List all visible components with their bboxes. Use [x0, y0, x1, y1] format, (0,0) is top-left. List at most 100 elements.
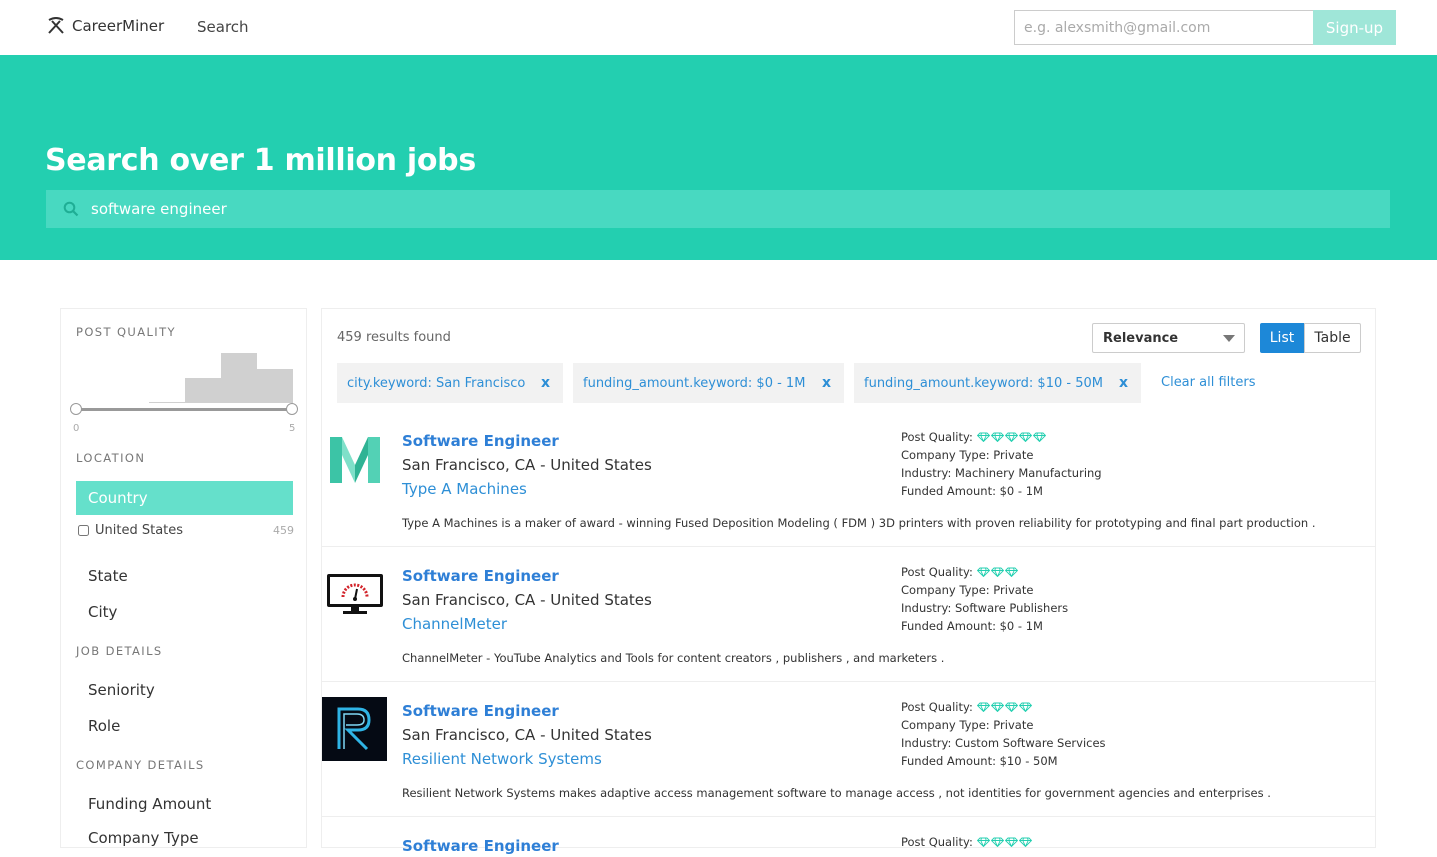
nav-search-link[interactable]: Search: [197, 18, 249, 36]
funded-amount: Funded Amount: $0 - 1M: [901, 619, 1043, 633]
slider-max-label: 5: [289, 423, 296, 434]
top-nav: CareerMiner Search Sign-up: [0, 0, 1437, 56]
histogram-bar: [221, 353, 257, 403]
diamond-icon: [976, 567, 990, 577]
country-option-count: 459: [273, 524, 294, 537]
industry: Industry: Software Publishers: [901, 601, 1069, 615]
channelmeter-logo: [327, 574, 383, 614]
diamond-icon: [1004, 702, 1018, 712]
clear-all-filters-link[interactable]: Clear all filters: [1161, 375, 1255, 390]
hero-title: Search over 1 million jobs: [45, 143, 476, 178]
company-description: Type A Machines is a maker of award - wi…: [402, 516, 1316, 530]
diamond-icon: [1018, 837, 1032, 847]
filter-chip-label: funding_amount.keyword: $0 - 1M: [583, 375, 806, 391]
job-meta: Post Quality: Company Type: Private Indu…: [901, 698, 1106, 770]
sort-select[interactable]: Relevance: [1092, 323, 1245, 353]
job-meta: Post Quality: Company Type: Private Indu…: [901, 563, 1068, 635]
caret-down-icon: [1223, 335, 1235, 342]
histogram-bar: [257, 369, 293, 403]
united-states-checkbox[interactable]: [78, 525, 89, 536]
post-quality-gems: [976, 432, 1046, 442]
post-quality-slider-track[interactable]: [76, 408, 293, 411]
seniority-filter-toggle[interactable]: Seniority: [88, 681, 155, 699]
company-details-heading: COMPANY DETAILS: [76, 758, 205, 772]
post-quality-row: Post Quality:: [901, 428, 1102, 446]
diamond-icon: [976, 837, 990, 847]
post-quality-gems: [976, 702, 1032, 712]
funding-amount-filter-toggle[interactable]: Funding Amount: [88, 795, 211, 813]
company-name-link[interactable]: Resilient Network Systems: [402, 750, 602, 768]
results-count: 459 results found: [337, 330, 451, 345]
filter-chip-funding-small: funding_amount.keyword: $0 - 1M x: [573, 363, 844, 403]
job-meta: Post Quality: Company Type: Private Indu…: [901, 428, 1102, 500]
job-title-link[interactable]: Software Engineer: [402, 567, 559, 585]
job-card: Software Engineer San Francisco, CA - Un…: [322, 565, 1375, 682]
remove-filter-button[interactable]: x: [822, 375, 831, 391]
state-filter-toggle[interactable]: State: [88, 567, 128, 585]
remove-filter-button[interactable]: x: [1119, 375, 1128, 391]
slider-min-label: 0: [73, 423, 80, 434]
diamond-icon: [990, 432, 1004, 442]
job-meta: Post Quality:: [901, 833, 1032, 851]
industry: Industry: Machinery Manufacturing: [901, 466, 1102, 480]
filter-chip-label: funding_amount.keyword: $10 - 50M: [864, 375, 1103, 391]
post-quality-row: Post Quality:: [901, 563, 1068, 581]
sort-select-value: Relevance: [1103, 330, 1179, 346]
company-type: Company Type: Private: [901, 583, 1034, 597]
company-type: Company Type: Private: [901, 718, 1034, 732]
company-type-filter-toggle[interactable]: Company Type: [88, 829, 199, 847]
job-search-input[interactable]: software engineer: [46, 190, 1390, 228]
view-list-button[interactable]: List: [1260, 323, 1304, 353]
post-quality-row: Post Quality:: [901, 833, 1032, 851]
post-quality-heading: POST QUALITY: [76, 325, 176, 339]
job-details-heading: JOB DETAILS: [76, 644, 163, 658]
post-quality-label: Post Quality:: [901, 430, 973, 444]
search-query: software engineer: [91, 200, 227, 218]
job-location: San Francisco, CA - United States: [402, 456, 652, 474]
country-filter-toggle[interactable]: Country: [76, 481, 293, 515]
slider-max-handle[interactable]: [286, 403, 298, 415]
job-card: Software Engineer San Francisco, CA - Un…: [322, 430, 1375, 547]
company-name-link[interactable]: ChannelMeter: [402, 615, 507, 633]
post-quality-row: Post Quality:: [901, 698, 1106, 716]
histogram-bar: [149, 402, 185, 403]
job-location: San Francisco, CA - United States: [402, 591, 652, 609]
post-quality-histogram: [149, 353, 293, 403]
company-description: Resilient Network Systems makes adaptive…: [402, 786, 1271, 800]
post-quality-gems: [976, 837, 1032, 847]
filter-chip-funding-large: funding_amount.keyword: $10 - 50M x: [854, 363, 1141, 403]
view-table-button[interactable]: Table: [1304, 323, 1361, 353]
company-type: Company Type: Private: [901, 448, 1034, 462]
type-a-machines-logo: [330, 437, 380, 483]
post-quality-label: Post Quality:: [901, 565, 973, 579]
post-quality-label: Post Quality:: [901, 700, 973, 714]
slider-min-handle[interactable]: [70, 403, 82, 415]
city-filter-toggle[interactable]: City: [88, 603, 117, 621]
resilient-network-systems-logo: [322, 697, 387, 761]
signup-button[interactable]: Sign-up: [1313, 10, 1396, 45]
diamond-icon: [990, 567, 1004, 577]
diamond-icon: [1018, 432, 1032, 442]
job-title-link[interactable]: Software Engineer: [402, 432, 559, 450]
country-option-united-states[interactable]: United States 459: [78, 523, 294, 538]
job-card: Software Engineer San Francisco, CA - Un…: [322, 697, 1375, 817]
diamond-icon: [1004, 837, 1018, 847]
histogram-bar: [185, 378, 221, 403]
company-name-link[interactable]: Type A Machines: [402, 480, 527, 498]
filter-chip-label: city.keyword: San Francisco: [347, 375, 526, 391]
remove-filter-button[interactable]: x: [541, 375, 550, 391]
brand-logo[interactable]: CareerMiner: [46, 16, 164, 36]
diamond-icon: [990, 837, 1004, 847]
funded-amount: Funded Amount: $0 - 1M: [901, 484, 1043, 498]
email-input[interactable]: [1014, 10, 1313, 45]
diamond-icon: [1004, 432, 1018, 442]
diamond-icon: [1004, 567, 1018, 577]
country-option-label: United States: [95, 523, 184, 538]
hero-banner: Search over 1 million jobs software engi…: [0, 55, 1437, 260]
job-title-link[interactable]: Software Engineer: [402, 702, 559, 720]
role-filter-toggle[interactable]: Role: [88, 717, 120, 735]
pickaxe-icon: [48, 17, 64, 34]
diamond-icon: [990, 702, 1004, 712]
job-card: Software Engineer Post Quality:: [322, 835, 1375, 857]
job-location: San Francisco, CA - United States: [402, 726, 652, 744]
